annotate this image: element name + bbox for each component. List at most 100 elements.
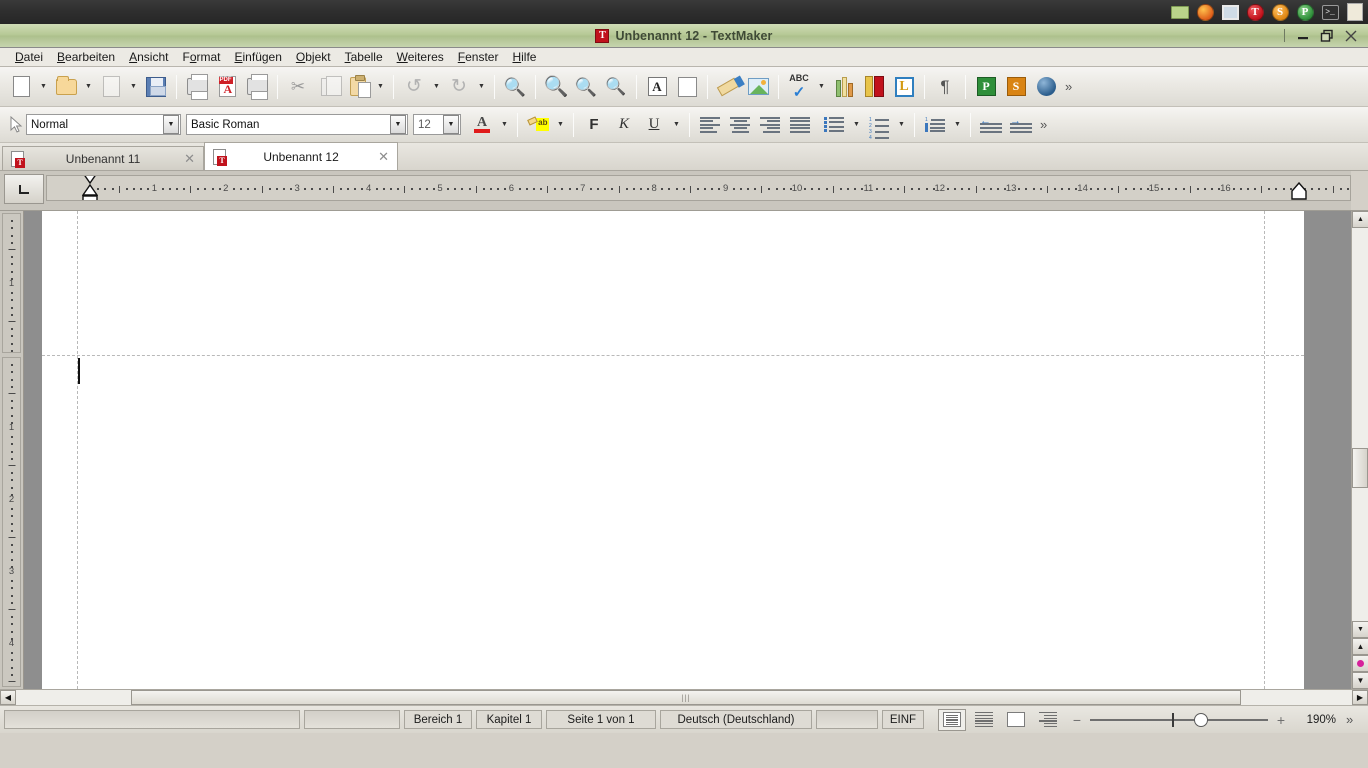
zoom-out-button[interactable]: −: [1070, 712, 1084, 728]
restore-button[interactable]: [1316, 26, 1338, 46]
zoom-slider[interactable]: [1090, 712, 1268, 728]
show-formatting-button[interactable]: ¶: [930, 72, 960, 102]
notes-icon[interactable]: [1344, 2, 1366, 22]
status-chapter[interactable]: Kapitel 1: [476, 710, 542, 729]
cut-button[interactable]: ✂: [283, 72, 313, 102]
doc-tab-close-icon[interactable]: ✕: [182, 151, 197, 167]
status-language[interactable]: Deutsch (Deutschland): [660, 710, 812, 729]
file-manager-icon[interactable]: [1169, 2, 1191, 22]
literature-button[interactable]: L: [889, 72, 919, 102]
new-document-button[interactable]: [6, 72, 36, 102]
copy-button[interactable]: [313, 72, 343, 102]
presentations-button[interactable]: P: [971, 72, 1001, 102]
menu-format[interactable]: Format: [175, 48, 227, 67]
highlight-button[interactable]: ab: [523, 110, 553, 140]
menu-weiteres[interactable]: Weiteres: [390, 48, 451, 67]
decrease-indent-button[interactable]: ←: [976, 110, 1006, 140]
menu-objekt[interactable]: Objekt: [289, 48, 338, 67]
select-browse-object-button[interactable]: [1352, 655, 1368, 672]
view-layout-button[interactable]: [970, 709, 998, 731]
align-left-button[interactable]: [695, 110, 725, 140]
numbered-list-button[interactable]: 1 2 3 4: [864, 110, 894, 141]
doc-tab-unbenannt-12[interactable]: Unbenannt 12 ✕: [204, 142, 398, 170]
undo-button[interactable]: ↺: [399, 72, 429, 102]
export-pdf-button[interactable]: PDF A: [212, 72, 242, 102]
view-page-button[interactable]: [1002, 709, 1030, 731]
main-toolbar-overflow[interactable]: »: [1061, 79, 1076, 94]
spellcheck-dropdown[interactable]: ▼: [814, 72, 829, 102]
statusbar-overflow[interactable]: »: [1342, 712, 1357, 727]
scroll-up-button[interactable]: ▲: [1352, 211, 1368, 228]
view-outline-button[interactable]: [1034, 709, 1062, 731]
close-button[interactable]: [1340, 26, 1362, 46]
menu-fenster[interactable]: Fenster: [451, 48, 506, 67]
bullet-list-button[interactable]: [819, 110, 849, 140]
open-document-button[interactable]: [51, 72, 81, 102]
firefox-icon[interactable]: [1194, 2, 1216, 22]
pointer-icon[interactable]: [6, 114, 26, 136]
zoom-in-button[interactable]: +: [1274, 712, 1288, 728]
paragraph-style-dropdown[interactable]: ▼: [163, 115, 179, 134]
presentations-tray-icon[interactable]: P: [1294, 2, 1316, 22]
print-button[interactable]: [182, 72, 212, 102]
dictionary-button[interactable]: [859, 72, 889, 102]
menu-ansicht[interactable]: Ansicht: [122, 48, 175, 67]
numbered-list-dropdown[interactable]: ▼: [894, 110, 909, 140]
scroll-down-button[interactable]: ▼: [1352, 621, 1368, 638]
status-page[interactable]: Seite 1 von 1: [546, 710, 656, 729]
save-button[interactable]: [141, 72, 171, 102]
horizontal-scroll-thumb[interactable]: |||: [131, 690, 1241, 705]
align-justify-button[interactable]: [785, 110, 815, 140]
document-page[interactable]: [42, 211, 1304, 689]
underline-button[interactable]: U: [639, 116, 669, 133]
font-family-dropdown[interactable]: ▼: [390, 115, 406, 134]
undo-dropdown[interactable]: ▼: [429, 72, 444, 102]
zoom-level-button[interactable]: 🔍: [601, 72, 631, 102]
horizontal-scrollbar[interactable]: ◀ ||| ▶: [0, 689, 1368, 705]
horizontal-ruler[interactable]: 1 2 3 4 5 6 7 8 9 10 11 12 13 14 15 16: [46, 175, 1351, 201]
font-size-combo[interactable]: 12 ▼: [413, 114, 461, 135]
menu-einfuegen[interactable]: Einfügen: [228, 48, 289, 67]
paragraph-style-combo[interactable]: Normal ▼: [26, 114, 181, 135]
find-replace-button[interactable]: 🔍: [571, 72, 601, 102]
zoom-level-value[interactable]: 190%: [1294, 714, 1336, 726]
right-indent-marker[interactable]: [1290, 181, 1307, 200]
menu-tabelle[interactable]: Tabelle: [338, 48, 390, 67]
tabstop-selector[interactable]: [4, 174, 44, 204]
vertical-ruler[interactable]: 1 1 2 3 4: [0, 211, 24, 689]
format-toolbar-overflow[interactable]: »: [1036, 117, 1051, 132]
outline-list-dropdown[interactable]: ▼: [950, 110, 965, 140]
italic-button[interactable]: K: [609, 116, 639, 133]
font-color-button[interactable]: A: [467, 110, 497, 140]
textmaker-tray-icon[interactable]: T: [1244, 2, 1266, 22]
font-color-dropdown[interactable]: ▼: [497, 110, 512, 140]
previous-page-button[interactable]: ▲: [1352, 638, 1368, 655]
new-document-dropdown[interactable]: ▼: [36, 72, 51, 102]
browser-button[interactable]: [1031, 72, 1061, 102]
redo-button[interactable]: ↻: [444, 72, 474, 102]
zoom-slider-handle[interactable]: [1194, 712, 1208, 727]
document-canvas[interactable]: [24, 211, 1351, 689]
planmaker-tray-icon[interactable]: S: [1269, 2, 1291, 22]
underline-dropdown[interactable]: ▼: [669, 110, 684, 140]
highlight-dropdown[interactable]: ▼: [553, 110, 568, 140]
minimize-button[interactable]: [1292, 26, 1314, 46]
spellcheck-button[interactable]: ABC ✓: [784, 72, 814, 102]
terminal-icon[interactable]: >_: [1319, 2, 1341, 22]
document-history-button[interactable]: [96, 72, 126, 102]
view-normal-button[interactable]: [938, 708, 966, 731]
planmaker-button[interactable]: S: [1001, 72, 1031, 102]
left-indent-marker[interactable]: [81, 176, 99, 200]
doc-tab-unbenannt-11[interactable]: Unbenannt 11 ✕: [2, 146, 204, 170]
menu-datei[interactable]: Datei: [8, 48, 50, 67]
find-next-button[interactable]: 🔍: [541, 72, 571, 102]
menu-bearbeiten[interactable]: Bearbeiten: [50, 48, 122, 67]
mail-client-icon[interactable]: [1219, 2, 1241, 22]
status-section[interactable]: Bereich 1: [404, 710, 472, 729]
vertical-scrollbar[interactable]: ▲ ▼ ▲ ▼: [1351, 211, 1368, 689]
bullet-list-dropdown[interactable]: ▼: [849, 110, 864, 140]
character-format-button[interactable]: A: [642, 72, 672, 102]
redo-dropdown[interactable]: ▼: [474, 72, 489, 102]
menu-hilfe[interactable]: Hilfe: [505, 48, 543, 67]
scroll-left-button[interactable]: ◀: [0, 690, 16, 705]
